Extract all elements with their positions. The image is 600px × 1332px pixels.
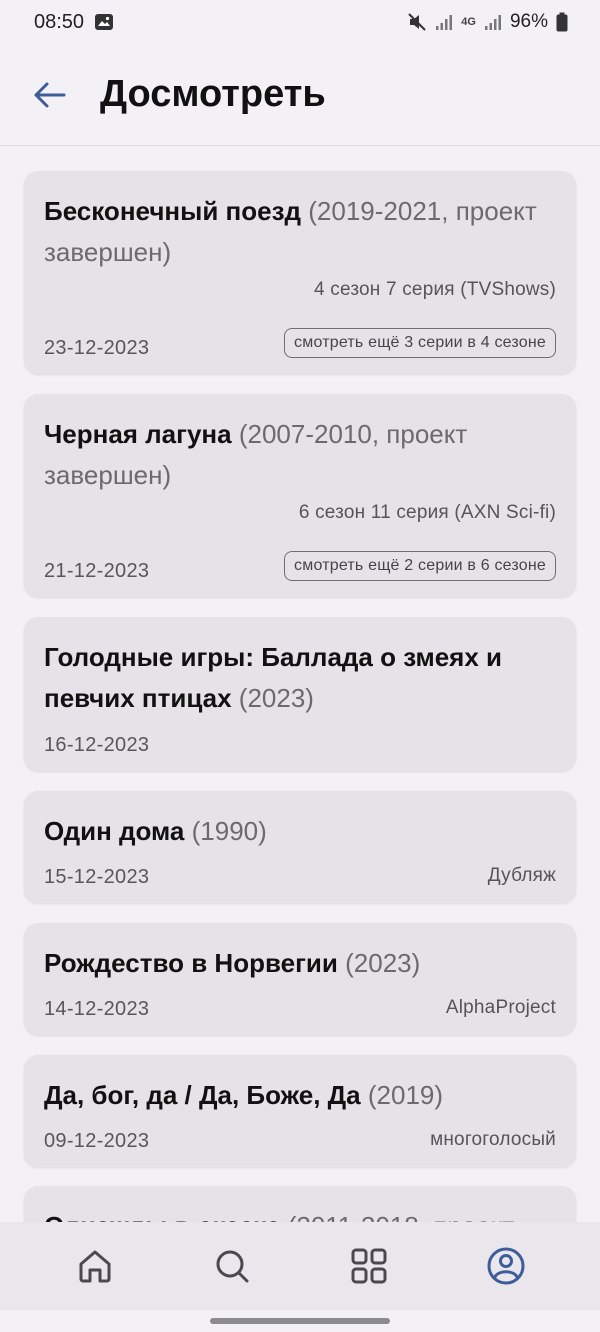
list-item[interactable]: Один дома (1990) 15-12-2023 Дубляж [24, 791, 576, 903]
item-year: (2011-2018, проект [288, 1211, 515, 1222]
item-title: Черная лагуна [44, 419, 232, 449]
list-item[interactable]: Черная лагуна (2007-2010, проект заверше… [24, 394, 576, 597]
item-date: 09-12-2023 [44, 1130, 150, 1152]
categories-icon [351, 1248, 386, 1284]
battery-percent: 96% [509, 11, 548, 32]
item-date: 15-12-2023 [44, 866, 150, 888]
back-button[interactable] [30, 75, 70, 115]
nav-home[interactable] [65, 1236, 125, 1296]
signal-icon [435, 13, 453, 31]
item-title-block: Один дома (1990) [44, 811, 556, 852]
watch-more-chip[interactable]: смотреть ещё 2 серии в 6 сезоне [284, 551, 556, 581]
item-year: (1990) [191, 816, 267, 846]
status-time: 08:50 [34, 10, 85, 33]
item-title-block: Да, бог, да / Да, Боже, Да (2019) [44, 1075, 556, 1116]
profile-icon [487, 1247, 524, 1285]
item-date: 16-12-2023 [44, 734, 150, 756]
mute-icon [407, 12, 427, 32]
nav-categories[interactable] [339, 1236, 399, 1296]
list-item[interactable]: Бесконечный поезд (2019-2021, проект зав… [24, 171, 576, 374]
item-date: 23-12-2023 [44, 337, 150, 359]
item-voiceover-tag: AlphaProject [445, 997, 556, 1018]
item-year: (2019) [367, 1080, 444, 1110]
item-title: Однажды в сказке [44, 1211, 280, 1222]
signal-icon-2 [484, 13, 502, 31]
item-date: 21-12-2023 [44, 560, 150, 582]
network-type-label: 4G [461, 16, 476, 28]
item-episode-info: 6 сезон 11 серия (AXN Sci-fi) [298, 502, 556, 523]
app-bar: Досмотреть [0, 44, 600, 146]
item-title: Один дома [44, 816, 185, 846]
bottom-navigation [0, 1222, 600, 1310]
gallery-notification-icon [94, 12, 114, 32]
arrow-left-icon [34, 82, 66, 107]
continue-watching-list[interactable]: Бесконечный поезд (2019-2021, проект зав… [0, 146, 600, 1222]
item-title: Бесконечный поезд [44, 196, 302, 226]
gesture-area [0, 1310, 600, 1332]
page-title: Досмотреть [100, 73, 326, 115]
item-title-block: Голодные игры: Баллада о змеях и певчих … [44, 637, 556, 719]
item-title-block: Рождество в Норвегии (2023) [44, 943, 556, 984]
status-bar: 08:50 4G 96% [0, 0, 600, 44]
item-year: (2023) [345, 948, 421, 978]
list-item[interactable]: Да, бог, да / Да, Боже, Да (2019) 09-12-… [24, 1055, 576, 1167]
nav-search[interactable] [202, 1236, 262, 1296]
home-icon [79, 1250, 110, 1283]
gesture-handle[interactable] [210, 1318, 390, 1324]
list-item[interactable]: Однажды в сказке (2011-2018, проект [24, 1186, 576, 1222]
battery-icon [556, 12, 568, 32]
item-year: (2023) [238, 683, 314, 713]
item-title-block: Черная лагуна (2007-2010, проект заверше… [44, 414, 556, 496]
list-item[interactable]: Рождество в Норвегии (2023) 14-12-2023 A… [24, 923, 576, 1035]
list-item[interactable]: Голодные игры: Баллада о змеях и певчих … [24, 617, 576, 771]
item-title-block: Однажды в сказке (2011-2018, проект [44, 1206, 556, 1222]
item-episode-info: 4 сезон 7 серия (TVShows) [314, 279, 556, 300]
watch-more-chip[interactable]: смотреть ещё 3 серии в 4 сезоне [284, 328, 556, 358]
item-title-block: Бесконечный поезд (2019-2021, проект зав… [44, 191, 556, 273]
item-title: Рождество в Норвегии [44, 948, 338, 978]
item-title: Да, бог, да / Да, Боже, Да [44, 1080, 361, 1110]
item-date: 14-12-2023 [44, 998, 150, 1020]
search-icon [216, 1250, 248, 1283]
item-voiceover-tag: Дубляж [487, 865, 556, 886]
item-voiceover-tag: многоголосый [430, 1129, 556, 1150]
nav-profile[interactable] [476, 1236, 536, 1296]
